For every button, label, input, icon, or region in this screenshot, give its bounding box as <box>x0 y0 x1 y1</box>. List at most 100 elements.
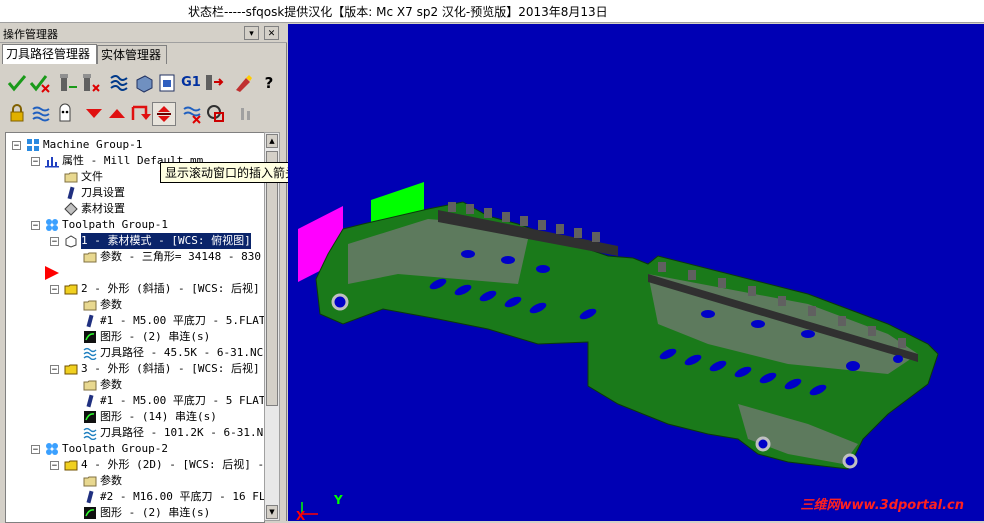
tree-row-label: 图形 - (14) 串连(s) <box>100 410 217 423</box>
tree-row[interactable]: 参数 - 三角形= 34148 - 830 <box>6 249 264 265</box>
status-bar: 状态栏-----sfqosk提供汉化【版本: Mc X7 sp2 汉化-预览版】… <box>0 0 984 23</box>
status-bar-text: 状态栏-----sfqosk提供汉化【版本: Mc X7 sp2 汉化-预览版】… <box>188 5 608 19</box>
tree-row[interactable]: 刀具路径 - 45.5K - 6-31.NC <box>6 345 264 361</box>
tree-row-label: 1 - 素材模式 - [WCS: 俯视图] <box>81 233 251 249</box>
tree-row[interactable]: 图形 - (2) 串连(s) <box>6 505 264 521</box>
tree-row[interactable]: #1 - M5.00 平底刀 - 5 FLAT <box>6 393 264 409</box>
move-up-icon[interactable] <box>106 102 128 124</box>
close-panel-button[interactable]: ✕ <box>264 26 279 40</box>
tree-row[interactable]: − 3 - 外形 (斜插) - [WCS: 后视] <box>6 361 264 377</box>
tree-row-label: 参数 <box>100 378 122 391</box>
tree-row[interactable] <box>6 265 264 281</box>
wave-toggle-icon[interactable] <box>30 102 52 124</box>
operation-folder-icon <box>64 282 78 296</box>
tree-row[interactable]: 刀具路径 - 101.2K - 6-31.NC <box>6 425 264 441</box>
tree-expander-icon[interactable]: − <box>50 461 59 471</box>
tree-row-label: 参数 - 三角形= 34148 - 830 <box>100 250 261 263</box>
folder-icon <box>64 170 78 184</box>
show-only-icon[interactable] <box>205 102 227 124</box>
edit-toolpath-icon[interactable] <box>232 72 254 94</box>
tree-row[interactable]: 素材设置 <box>6 201 264 217</box>
properties-icon <box>45 154 59 168</box>
tree-row-label: #1 - M5.00 平底刀 - 5.FLAT <box>100 314 265 327</box>
tree-row-label: Toolpath Group-1 <box>62 218 168 231</box>
toolpath-group-icon <box>45 442 59 456</box>
tree-expander-icon[interactable]: − <box>50 365 59 375</box>
tree-row[interactable]: − Toolpath Group-2 <box>6 441 264 457</box>
move-down-icon[interactable] <box>83 102 105 124</box>
tree-row[interactable]: 参数 <box>6 377 264 393</box>
part-model: Y X <box>296 182 939 521</box>
tree-row-label: Machine Group-1 <box>43 138 143 151</box>
operation-folder-icon <box>64 458 78 472</box>
geometry-icon <box>83 506 97 520</box>
tab-toolpath-manager[interactable]: 刀具路径管理器 <box>2 44 97 64</box>
tool-icon <box>64 186 78 200</box>
folder-icon <box>83 378 97 392</box>
graphics-viewport[interactable]: Y X 三维网www.3dportal.cn <box>288 24 984 521</box>
tool-icon <box>83 394 97 408</box>
tree-row-label: Toolpath Group-2 <box>62 442 168 455</box>
tree-row[interactable]: 图形 - (14) 串连(s) <box>6 409 264 425</box>
tree-row-label: 文件 <box>81 170 103 183</box>
tree-row[interactable]: − 2 - 外形 (斜插) - [WCS: 后视] <box>6 281 264 297</box>
tree-row[interactable]: 刀具设置 <box>6 185 264 201</box>
select-all-ops-icon[interactable] <box>6 72 28 94</box>
tree-row[interactable]: − Machine Group-1 <box>6 137 264 153</box>
tree-row[interactable]: 参数 <box>6 473 264 489</box>
lock-icon[interactable] <box>6 102 28 124</box>
display-toggle-icon[interactable] <box>54 102 76 124</box>
scroll-up-arrow-icon[interactable]: ▲ <box>266 134 278 148</box>
tree-scrollbar[interactable]: ▲ ▼ <box>264 132 280 521</box>
scroll-down-arrow-icon[interactable]: ▼ <box>266 505 278 519</box>
tree-expander-icon[interactable]: − <box>12 141 21 151</box>
tree-row-label: 刀具路径 - 45.5K - 6-31.NC <box>100 346 264 359</box>
simulate-icon[interactable] <box>156 72 178 94</box>
tree-row[interactable]: − Toolpath Group-1 <box>6 217 264 233</box>
tree-row-label: 参数 <box>100 474 122 487</box>
stock-model-icon <box>64 234 78 248</box>
backplot-icon[interactable] <box>108 72 130 94</box>
verify-icon[interactable] <box>133 72 155 94</box>
insert-arrow-icon[interactable] <box>129 102 151 124</box>
axis-x-label: X <box>296 509 306 521</box>
tree-row-label: #1 - M5.00 平底刀 - 5 FLAT <box>100 394 265 407</box>
operation-folder-icon <box>64 362 78 376</box>
tree-row[interactable]: #1 - M5.00 平底刀 - 5.FLAT <box>6 313 264 329</box>
toolpath-tree[interactable]: − Machine Group-1− 属性 - Mill Default mm 文件刀… <box>5 132 265 523</box>
pin-button[interactable]: ▾ <box>244 26 259 40</box>
folder-icon <box>83 250 97 264</box>
tree-expander-icon[interactable]: − <box>50 237 59 247</box>
tree-expander-icon[interactable]: − <box>31 445 40 455</box>
tree-row[interactable]: 参数 <box>6 297 264 313</box>
tree-row-label: 3 - 外形 (斜插) - [WCS: 后视] <box>81 362 260 375</box>
tree-expander-icon[interactable]: − <box>31 221 40 231</box>
regenerate-selected-icon[interactable] <box>57 72 79 94</box>
operations-manager-panel: 操作管理器 ▾ ✕ 刀具路径管理器 实体管理器 G1 ? − Machine G… <box>0 24 303 523</box>
scroll-insert-icon[interactable] <box>152 102 176 126</box>
select-invalid-ops-icon[interactable] <box>29 72 51 94</box>
help-icon[interactable]: ? <box>258 72 280 94</box>
tab-solids-manager[interactable]: 实体管理器 <box>97 45 167 64</box>
tree-expander-icon[interactable]: − <box>50 285 59 295</box>
disabled-icon <box>235 102 257 124</box>
machine-group-icon <box>26 138 40 152</box>
panel-header: 操作管理器 ▾ ✕ <box>0 24 287 43</box>
tree-row[interactable]: − 4 - 外形 (2D) - [WCS: 后视] - <box>6 457 264 473</box>
tree-row-label: 参数 <box>100 298 122 311</box>
tree-row[interactable]: 图形 - (2) 串连(s) <box>6 329 264 345</box>
tree-row-label: 图形 - (2) 串连(s) <box>100 330 211 343</box>
hatch-icon[interactable] <box>181 102 203 124</box>
high-speed-icon[interactable] <box>203 72 225 94</box>
toolpath-icon <box>83 426 97 441</box>
tree-row[interactable]: − 1 - 素材模式 - [WCS: 俯视图] <box>6 233 264 249</box>
regenerate-dirty-icon[interactable] <box>80 72 102 94</box>
g1-post-icon[interactable]: G1 <box>180 72 202 94</box>
tree-expander-icon[interactable]: − <box>31 157 40 167</box>
tree-row-label: 图形 - (2) 串连(s) <box>100 506 211 519</box>
panel-tabs: 刀具路径管理器 实体管理器 <box>0 44 287 64</box>
scroll-thumb[interactable] <box>266 151 278 406</box>
folder-icon <box>83 474 97 488</box>
tree-row[interactable]: #2 - M16.00 平底刀 - 16 FL <box>6 489 264 505</box>
toolbar-row-2 <box>0 98 287 128</box>
